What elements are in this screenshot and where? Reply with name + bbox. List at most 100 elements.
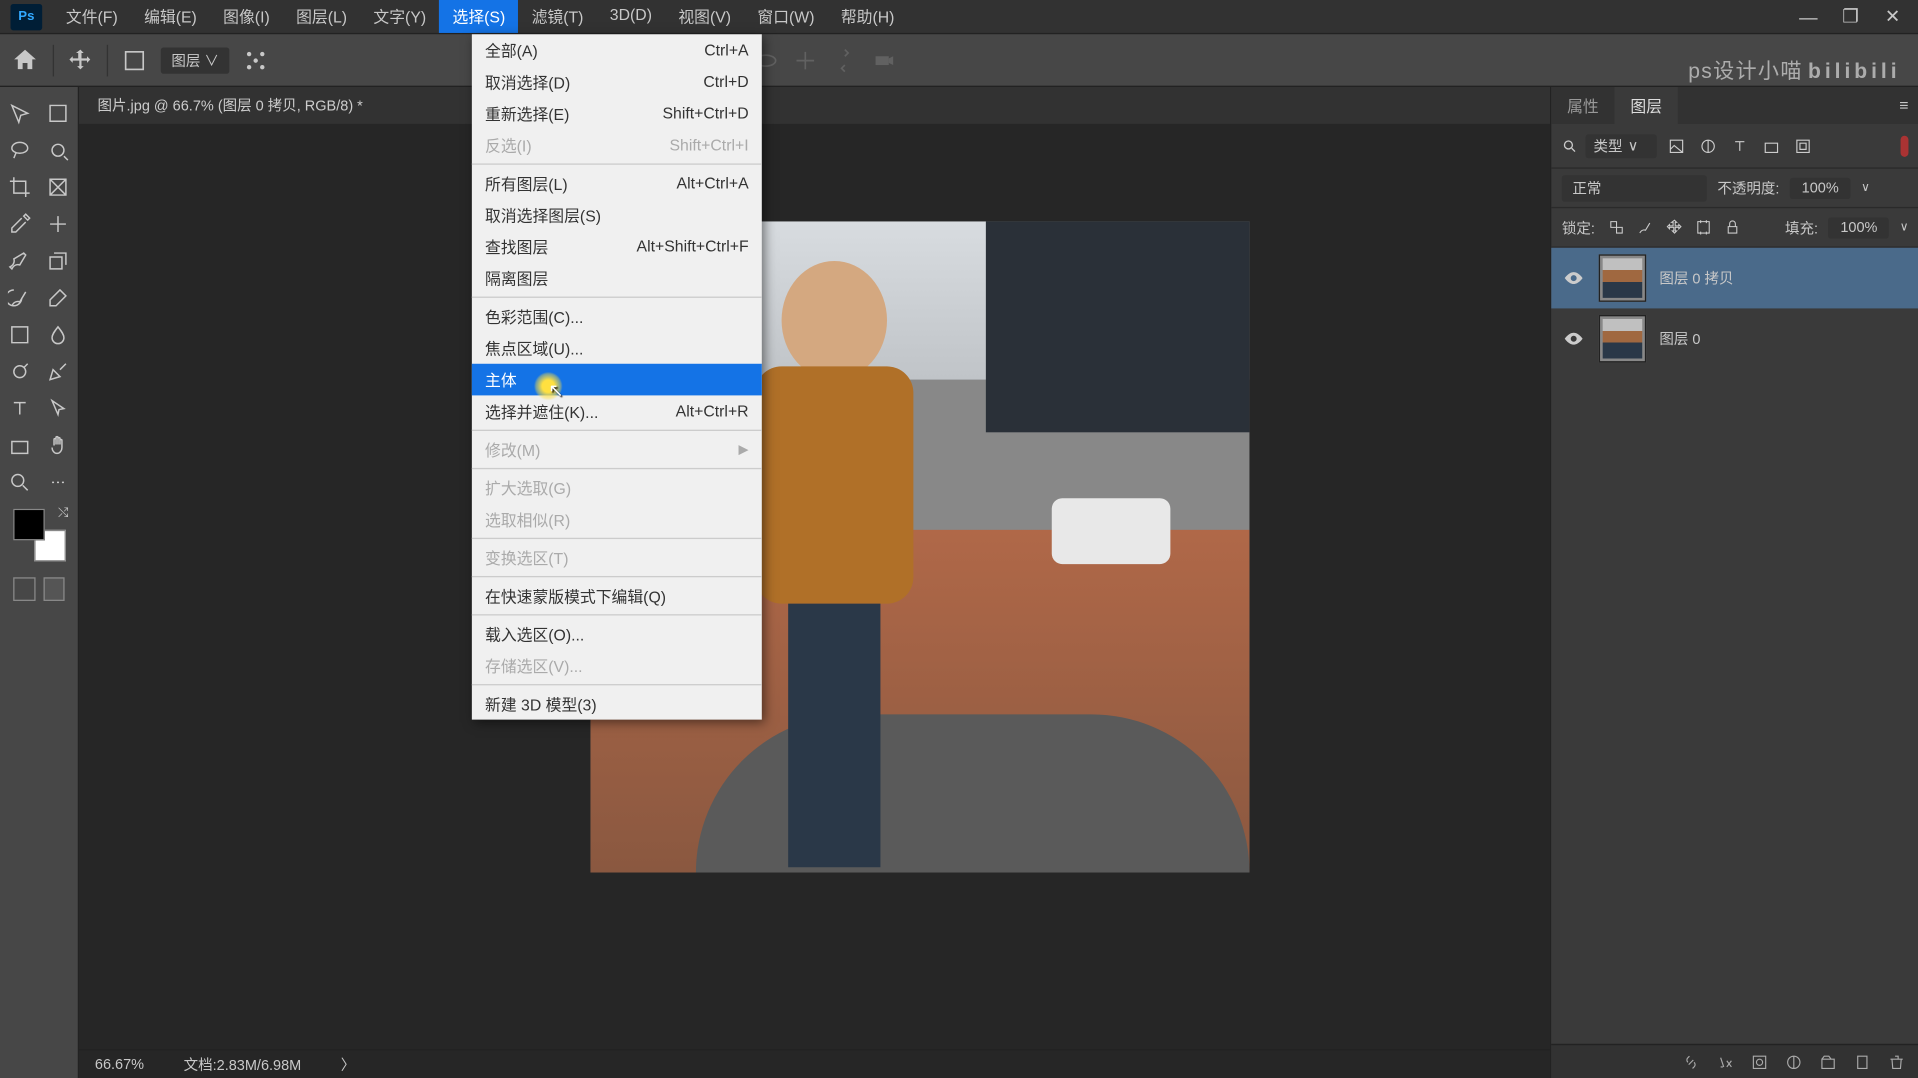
menu-item-载入选区O[interactable]: 载入选区(O)... (472, 618, 762, 650)
lock-brush-icon[interactable] (1634, 217, 1655, 238)
type-tool[interactable] (0, 390, 39, 427)
frame-tool[interactable] (39, 169, 78, 206)
menu-滤镜[interactable]: 滤镜(T) (518, 0, 596, 33)
3d-camera-icon[interactable] (871, 47, 897, 73)
close-button[interactable]: ✕ (1879, 3, 1905, 29)
lock-transparent-icon[interactable] (1605, 217, 1626, 238)
filter-type-select[interactable]: 类型 ∨ (1586, 134, 1657, 158)
menu-item-取消选择D[interactable]: 取消选择(D)Ctrl+D (472, 66, 762, 98)
more-tools-tool[interactable] (39, 464, 78, 501)
standard-mode-icon[interactable] (13, 577, 35, 601)
search-icon (1562, 138, 1578, 154)
lock-position-icon[interactable] (1663, 217, 1684, 238)
filter-adjust-icon[interactable] (1696, 134, 1720, 158)
crop-tool[interactable] (0, 169, 39, 206)
menu-item-选择并遮住K[interactable]: 选择并遮住(K)...Alt+Ctrl+R (472, 395, 762, 427)
menu-图层[interactable]: 图层(L) (283, 0, 360, 33)
blur-tool[interactable] (39, 316, 78, 353)
eyedropper-tool[interactable] (0, 206, 39, 243)
filter-smart-icon[interactable] (1791, 134, 1815, 158)
menu-视图[interactable]: 视图(V) (665, 0, 744, 33)
hand-tool[interactable] (39, 427, 78, 464)
color-swatch[interactable]: ⤭ (13, 509, 66, 562)
brush-tool[interactable] (0, 243, 39, 280)
status-flyout-icon[interactable]: 〉 (341, 1054, 355, 1075)
menu-文字[interactable]: 文字(Y) (360, 0, 439, 33)
menu-item-色彩范围C[interactable]: 色彩范围(C)... (472, 301, 762, 333)
pen-tool[interactable] (39, 353, 78, 390)
auto-select-icon[interactable] (121, 47, 147, 73)
menu-3D[interactable]: 3D(D) (597, 0, 666, 33)
foreground-color[interactable] (13, 509, 45, 541)
screen-mode-icon[interactable] (43, 577, 65, 601)
menu-编辑[interactable]: 编辑(E) (131, 0, 210, 33)
group-icon[interactable] (1819, 1052, 1837, 1070)
menu-item-取消选择图层S[interactable]: 取消选择图层(S) (472, 199, 762, 231)
canvas-viewport[interactable] (79, 124, 1550, 1049)
document-tab[interactable]: 图片.jpg @ 66.7% (图层 0 拷贝, RGB/8) * (79, 95, 381, 116)
mask-icon[interactable] (1750, 1052, 1768, 1070)
menu-文件[interactable]: 文件(F) (53, 0, 131, 33)
trash-icon[interactable] (1887, 1052, 1905, 1070)
menu-帮助[interactable]: 帮助(H) (828, 0, 908, 33)
opacity-input[interactable]: 100% (1790, 177, 1851, 198)
visibility-icon[interactable] (1562, 266, 1586, 290)
link-icon[interactable] (1682, 1052, 1700, 1070)
filter-toggle[interactable] (1901, 135, 1909, 156)
menu-item-焦点区域U[interactable]: 焦点区域(U)... (472, 332, 762, 364)
3d-slide-icon[interactable] (832, 47, 858, 73)
maximize-button[interactable]: ❐ (1837, 3, 1863, 29)
marquee-tool[interactable] (39, 95, 78, 132)
path-select-tool[interactable] (39, 390, 78, 427)
home-icon[interactable] (11, 45, 40, 74)
history-brush-tool[interactable] (0, 279, 39, 316)
fill-input[interactable]: 100% (1829, 217, 1890, 238)
filter-shape-icon[interactable] (1760, 134, 1784, 158)
visibility-icon[interactable] (1562, 327, 1586, 351)
tab-properties[interactable]: 属性 (1551, 86, 1614, 124)
lock-all-icon[interactable] (1721, 217, 1742, 238)
lock-artboard-icon[interactable] (1692, 217, 1713, 238)
minimize-button[interactable]: — (1795, 3, 1821, 29)
layer-thumbnail[interactable] (1599, 315, 1646, 362)
menu-窗口[interactable]: 窗口(W) (744, 0, 827, 33)
menu-item-新建 3D 模型3[interactable]: 新建 3D 模型(3) (472, 688, 762, 720)
menu-item-查找图层[interactable]: 查找图层Alt+Shift+Ctrl+F (472, 231, 762, 263)
auto-select-target[interactable]: 图层 ∨ (161, 47, 230, 73)
zoom-tool[interactable] (0, 464, 39, 501)
menu-item-所有图层L[interactable]: 所有图层(L)Alt+Ctrl+A (472, 167, 762, 199)
menu-item-全部A[interactable]: 全部(A)Ctrl+A (472, 34, 762, 66)
clone-tool[interactable] (39, 243, 78, 280)
move-tool[interactable] (0, 95, 39, 132)
zoom-level[interactable]: 66.67% (95, 1056, 144, 1072)
menu-图像[interactable]: 图像(I) (210, 0, 283, 33)
filter-type-icon[interactable] (1728, 134, 1752, 158)
doc-size[interactable]: 文档:2.83M/6.98M (184, 1054, 302, 1075)
layer-item[interactable]: 图层 0 拷贝 (1551, 248, 1918, 309)
panel-menu-icon[interactable]: ≡ (1899, 96, 1918, 114)
gradient-tool[interactable] (0, 316, 39, 353)
menu-选择[interactable]: 选择(S) (439, 0, 518, 33)
dodge-tool[interactable] (0, 353, 39, 390)
layer-thumbnail[interactable] (1599, 254, 1646, 301)
transform-controls-icon[interactable] (243, 47, 269, 73)
menu-item-主体[interactable]: 主体 (472, 364, 762, 396)
fx-icon[interactable] (1716, 1052, 1734, 1070)
blend-mode-select[interactable]: 正常 (1562, 175, 1707, 201)
filter-image-icon[interactable] (1665, 134, 1689, 158)
menu-item-在快速蒙版模式下编辑Q[interactable]: 在快速蒙版模式下编辑(Q) (472, 580, 762, 612)
shape-tool[interactable] (0, 427, 39, 464)
new-icon[interactable] (1853, 1052, 1871, 1070)
tab-layers[interactable]: 图层 (1615, 86, 1678, 124)
menu-item-重新选择E[interactable]: 重新选择(E)Shift+Ctrl+D (472, 98, 762, 130)
lasso-tool[interactable] (0, 132, 39, 169)
swap-colors-icon[interactable]: ⤭ (58, 506, 69, 520)
menu-item-隔离图层[interactable]: 隔离图层 (472, 262, 762, 294)
3d-pan-icon[interactable] (792, 47, 818, 73)
layer-item[interactable]: 图层 0 (1551, 308, 1918, 369)
adjust-icon[interactable] (1785, 1052, 1803, 1070)
eraser-tool[interactable] (39, 279, 78, 316)
quick-select-tool[interactable] (39, 132, 78, 169)
move-tool-icon (67, 47, 93, 73)
spot-heal-tool[interactable] (39, 206, 78, 243)
